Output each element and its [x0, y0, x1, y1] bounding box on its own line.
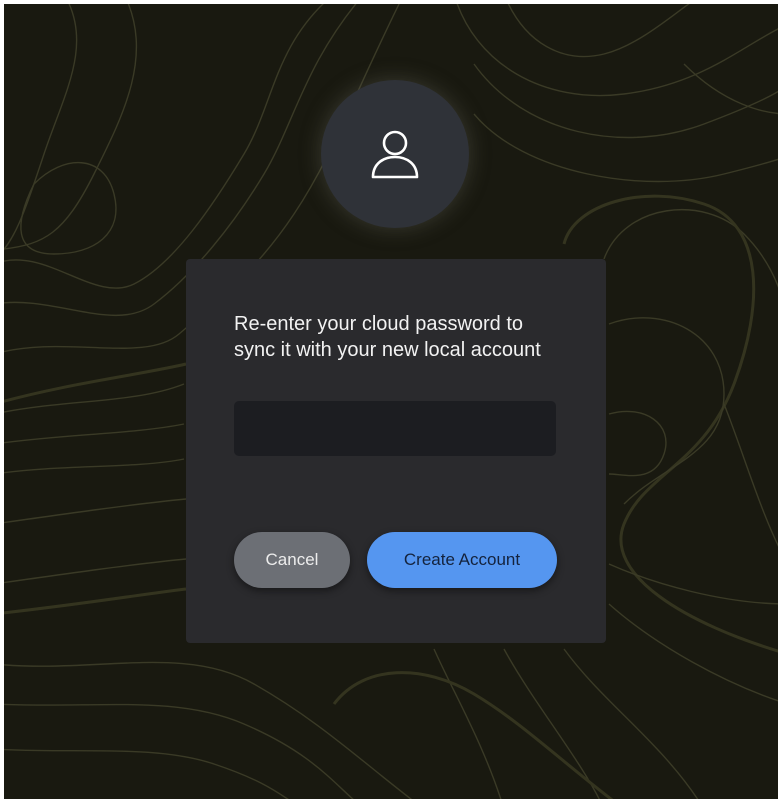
login-screen: Re-enter your cloud password to sync it … [4, 4, 778, 799]
dialog-prompt: Re-enter your cloud password to sync it … [234, 313, 541, 361]
password-dialog: Re-enter your cloud password to sync it … [186, 259, 606, 643]
user-icon [371, 130, 419, 179]
password-field[interactable] [234, 401, 556, 456]
create-account-button[interactable]: Create Account [367, 532, 557, 588]
cancel-button[interactable]: Cancel [234, 532, 350, 588]
avatar [321, 80, 469, 228]
